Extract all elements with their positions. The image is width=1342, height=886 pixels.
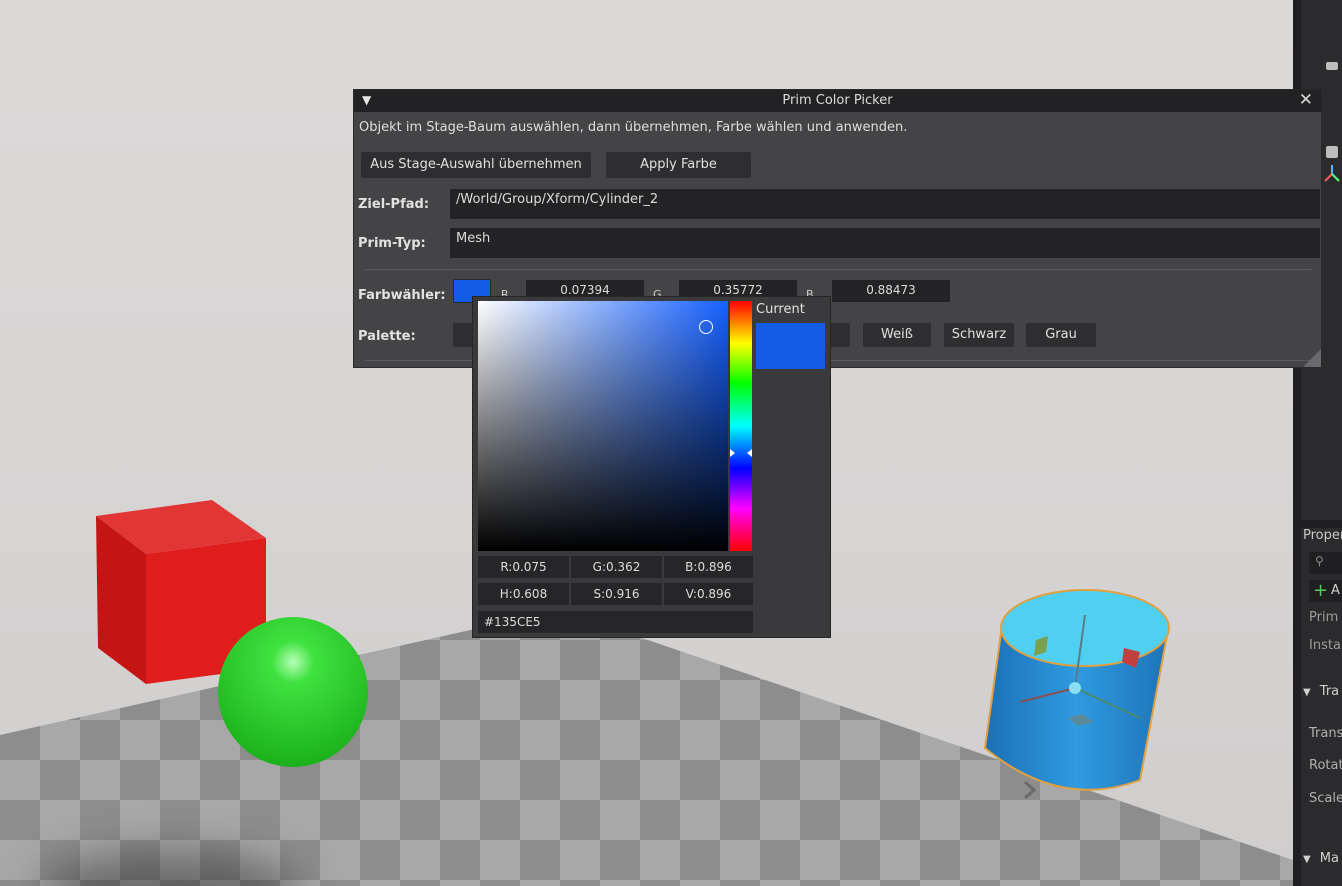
- color-picker-popup: Current R:0.075 G:0.362 B:0.896 H:0.608 …: [472, 296, 831, 638]
- target-path-label: Ziel-Pfad:: [358, 197, 430, 212]
- current-color-swatch: [756, 323, 825, 369]
- prim-type-field[interactable]: Mesh: [450, 228, 1320, 258]
- picker-h-field[interactable]: H:0.608: [478, 583, 569, 605]
- add-button[interactable]: + A: [1309, 580, 1342, 602]
- palette-button-black[interactable]: Schwarz: [944, 323, 1014, 347]
- search-input[interactable]: ⚲: [1309, 552, 1342, 574]
- picker-r-field[interactable]: R:0.075: [478, 556, 569, 578]
- divider: [365, 269, 1311, 270]
- resize-grip[interactable]: [1303, 349, 1321, 367]
- section-triangle-icon: ▼: [1303, 687, 1311, 698]
- prim-label: Prim: [1309, 610, 1339, 625]
- axis-gizmo-icon: [1324, 165, 1340, 182]
- prim-type-label: Prim-Typ:: [358, 236, 426, 251]
- palette-button-gray[interactable]: Grau: [1026, 323, 1096, 347]
- search-icon: ⚲: [1315, 554, 1324, 568]
- transform-label: Tra: [1319, 684, 1340, 699]
- hex-field[interactable]: #135CE5: [478, 611, 753, 633]
- palette-button-white[interactable]: Weiß: [863, 323, 931, 347]
- hue-marker-right-icon: [747, 449, 752, 457]
- minus-icon[interactable]: [1326, 62, 1338, 70]
- material-label: Ma: [1319, 851, 1339, 866]
- take-selection-button[interactable]: Aus Stage-Auswahl übernehmen: [361, 152, 591, 178]
- apply-color-button[interactable]: Apply Farbe: [606, 152, 751, 178]
- green-sphere: [218, 617, 368, 767]
- plus-icon[interactable]: [1326, 146, 1338, 158]
- picker-v-field[interactable]: V:0.896: [664, 583, 753, 605]
- sv-cursor[interactable]: [699, 320, 713, 334]
- properties-header: Proper: [1303, 528, 1342, 543]
- picker-g-field[interactable]: G:0.362: [571, 556, 662, 578]
- color-picker-label: Farbwähler:: [358, 288, 446, 303]
- dialog-title: Prim Color Picker: [782, 93, 893, 108]
- scale-label: Scale: [1309, 791, 1342, 806]
- target-path-field[interactable]: /World/Group/Xform/Cylinder_2: [450, 189, 1320, 219]
- dialog-description: Objekt im Stage-Baum auswählen, dann übe…: [359, 120, 908, 135]
- current-label: Current: [756, 302, 805, 317]
- picker-s-field[interactable]: S:0.916: [571, 583, 662, 605]
- close-icon[interactable]: ✕: [1299, 90, 1313, 110]
- palette-label: Palette:: [358, 329, 416, 344]
- add-icon: +: [1313, 580, 1329, 601]
- hue-marker-left-icon: [730, 449, 735, 457]
- dialog-titlebar[interactable]: ▼ Prim Color Picker ✕: [354, 90, 1321, 112]
- transform-section[interactable]: ▼ Tra: [1303, 680, 1342, 699]
- material-section[interactable]: ▼ Ma: [1303, 847, 1342, 866]
- add-label: A: [1331, 583, 1340, 598]
- picker-b-field[interactable]: B:0.896: [664, 556, 753, 578]
- b-value-field[interactable]: 0.88473: [832, 280, 950, 302]
- saturation-value-area[interactable]: [478, 301, 728, 551]
- palette-button-hidden[interactable]: [453, 323, 473, 347]
- translate-label: Trans: [1309, 726, 1342, 741]
- rotate-label: Rotat: [1309, 758, 1342, 773]
- blue-cylinder: [983, 589, 1170, 791]
- section-triangle-icon: ▼: [1303, 854, 1311, 865]
- instance-label: Instar: [1309, 638, 1342, 653]
- hue-slider[interactable]: [730, 301, 752, 551]
